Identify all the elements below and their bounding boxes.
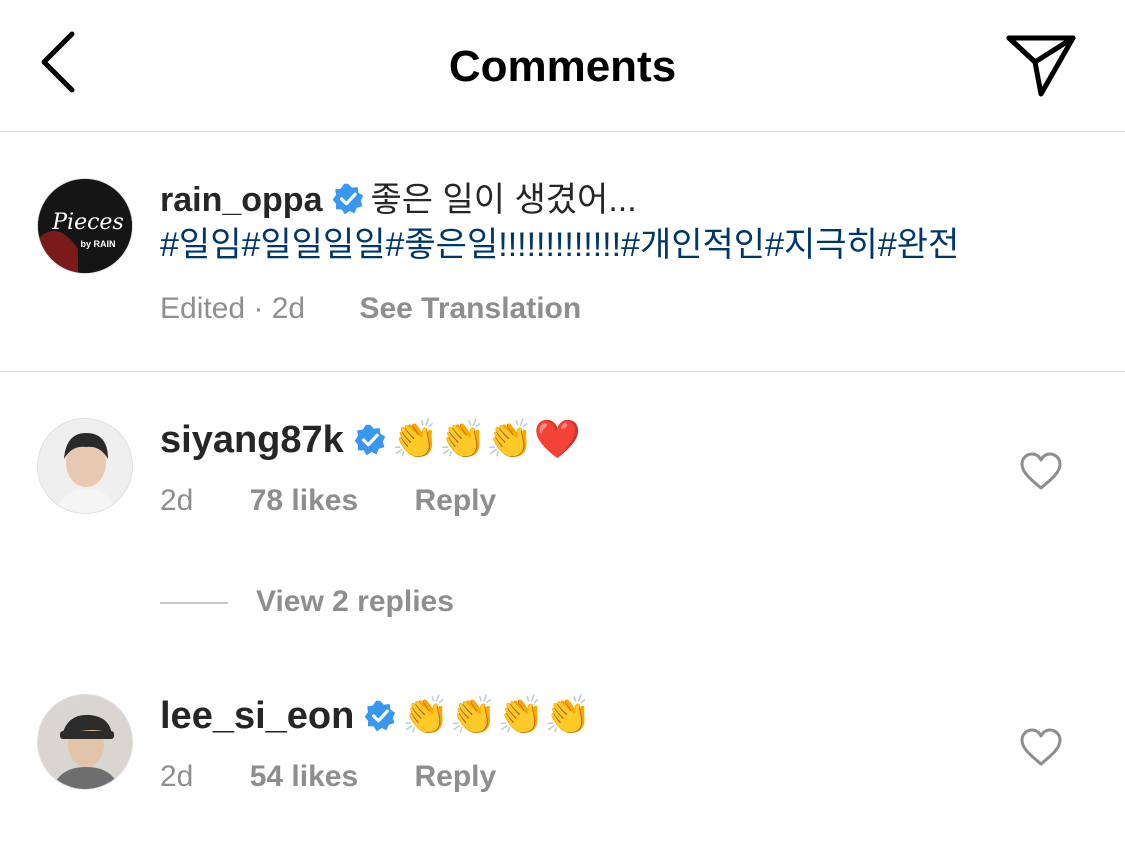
comment-item: siyang87k 👏👏👏❤️ 2d 78 likes Reply — [0, 416, 1125, 556]
caption-body: 좋은 일이 생겼어... — [370, 181, 637, 219]
comment-text: siyang87k 👏👏👏❤️ — [160, 416, 581, 463]
likes-count[interactable]: 78 likes — [250, 484, 358, 517]
caption-username[interactable]: rain_oppa — [160, 181, 322, 219]
replies-divider — [160, 602, 228, 605]
comment-body: 👏👏👏👏 — [402, 693, 592, 737]
verified-badge-icon — [365, 700, 396, 732]
view-replies-button[interactable]: View 2 replies — [160, 585, 454, 625]
heart-icon[interactable] — [1019, 452, 1063, 492]
comment-meta: 2d 54 likes Reply — [160, 760, 496, 794]
comment-username[interactable]: lee_si_eon — [160, 695, 354, 737]
svg-text:Pieces: Pieces — [51, 210, 124, 235]
share-button[interactable] — [1003, 30, 1079, 100]
pieces-logo: Pieces by RAIN — [38, 179, 132, 273]
comment-time: 2d — [160, 760, 194, 793]
svg-text:by RAIN: by RAIN — [80, 239, 115, 249]
likes-count[interactable]: 54 likes — [250, 760, 358, 793]
paper-plane-icon — [1006, 35, 1076, 97]
comment-username[interactable]: siyang87k — [160, 419, 344, 461]
avatar[interactable]: Pieces by RAIN — [37, 178, 133, 274]
caption-hashtags[interactable]: #일임#일일일일#좋은일!!!!!!!!!!!!!#개인적인#지극히#완전 — [160, 226, 959, 264]
reply-button[interactable]: Reply — [415, 760, 497, 793]
comment-time: 2d — [160, 484, 194, 517]
verified-badge-icon — [354, 424, 385, 456]
avatar[interactable] — [37, 694, 133, 790]
caption-section: Pieces by RAIN rain_oppa 좋은 일이 생겼어... #일임… — [0, 132, 1125, 372]
view-replies-label: View 2 replies — [256, 585, 454, 618]
page-title: Comments — [448, 42, 677, 91]
comment-body: 👏👏👏❤️ — [391, 417, 582, 461]
caption-edited-time: Edited · 2d — [160, 292, 306, 325]
reply-button[interactable]: Reply — [415, 484, 497, 517]
comment-item: lee_si_eon 👏👏👏👏 2d 54 likes Reply — [0, 692, 1125, 832]
see-translation-button[interactable]: See Translation — [359, 292, 581, 325]
verified-badge-icon — [333, 183, 364, 215]
caption-meta: Edited · 2d See Translation — [160, 292, 581, 326]
comment-meta: 2d 78 likes Reply — [160, 484, 496, 518]
avatar[interactable] — [37, 418, 133, 514]
comment-text: lee_si_eon 👏👏👏👏 — [160, 692, 592, 739]
header-bar: Comments — [0, 0, 1125, 132]
caption-text: rain_oppa 좋은 일이 생겼어... #일임#일일일일#좋은일!!!!!!… — [160, 178, 1060, 268]
heart-icon[interactable] — [1019, 728, 1063, 768]
